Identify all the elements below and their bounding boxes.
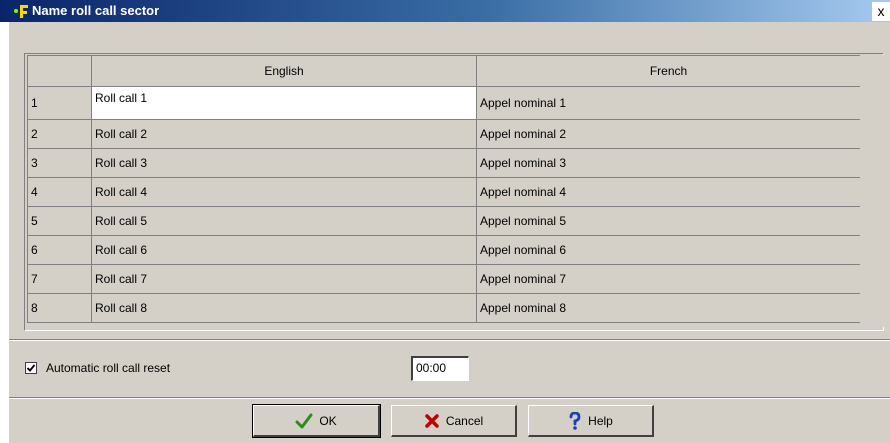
french-name-cell[interactable]: Appel nominal 6 xyxy=(476,235,861,265)
table-row[interactable]: 6 Roll call 6 Appel nominal 6 xyxy=(27,235,861,265)
checkmark-icon xyxy=(295,413,313,428)
table-row[interactable]: 8 Roll call 8 Appel nominal 8 xyxy=(27,293,861,323)
french-name-cell[interactable]: Appel nominal 1 xyxy=(476,86,861,120)
french-name-cell[interactable]: Appel nominal 2 xyxy=(476,119,861,149)
french-name-cell[interactable]: Appel nominal 8 xyxy=(476,293,861,323)
english-name-cell[interactable]: Roll call 5 xyxy=(91,206,477,236)
row-number: 3 xyxy=(27,148,92,178)
table-row[interactable]: 1 Roll call 1 Appel nominal 1 xyxy=(27,86,861,120)
table-row[interactable]: 5 Roll call 5 Appel nominal 5 xyxy=(27,206,861,236)
auto-reset-checkbox[interactable] xyxy=(25,362,37,374)
window-left-edge xyxy=(0,0,9,443)
checkmark-icon xyxy=(26,364,36,372)
help-label: Help xyxy=(588,413,613,428)
table-row[interactable]: 3 Roll call 3 Appel nominal 3 xyxy=(27,148,861,178)
english-name-cell[interactable]: Roll call 4 xyxy=(91,177,477,207)
table-row[interactable]: 2 Roll call 2 Appel nominal 2 xyxy=(27,119,861,149)
row-number: 8 xyxy=(27,293,92,323)
ok-button[interactable]: OK xyxy=(252,404,381,438)
column-header-french: French xyxy=(476,55,861,87)
french-name-cell[interactable]: Appel nominal 7 xyxy=(476,264,861,294)
app-icon xyxy=(14,5,28,18)
french-name-cell[interactable]: Appel nominal 3 xyxy=(476,148,861,178)
row-number: 5 xyxy=(27,206,92,236)
column-header-english: English xyxy=(91,55,477,87)
help-icon xyxy=(569,411,581,430)
french-name-cell[interactable]: Appel nominal 4 xyxy=(476,177,861,207)
reset-time-field[interactable]: 00:00 xyxy=(411,356,469,381)
row-number: 2 xyxy=(27,119,92,149)
english-name-cell[interactable]: Roll call 3 xyxy=(91,148,477,178)
divider xyxy=(9,397,890,399)
english-name-cell[interactable]: Roll call 8 xyxy=(91,293,477,323)
ok-label: OK xyxy=(319,413,337,428)
column-header-number xyxy=(27,55,92,87)
english-name-cell[interactable]: Roll call 7 xyxy=(91,264,477,294)
row-number: 1 xyxy=(27,86,92,120)
cancel-label: Cancel xyxy=(445,413,484,428)
table-header-row: English French xyxy=(27,55,861,87)
help-button[interactable]: Help xyxy=(528,405,654,437)
auto-reset-label[interactable]: Automatic roll call reset xyxy=(46,361,170,375)
table-row[interactable]: 4 Roll call 4 Appel nominal 4 xyxy=(27,177,861,207)
sector-names-table: English French 1 Roll call 1 Appel nomin… xyxy=(27,55,861,323)
grid-right-band xyxy=(860,55,884,327)
english-name-cell[interactable]: Roll call 2 xyxy=(91,119,477,149)
close-icon xyxy=(425,413,439,428)
row-number: 4 xyxy=(27,177,92,207)
cancel-button[interactable]: Cancel xyxy=(391,405,517,437)
row-number: 6 xyxy=(27,235,92,265)
window-title: Name roll call sector xyxy=(32,3,160,18)
row-number: 7 xyxy=(27,264,92,294)
english-name-cell[interactable]: Roll call 1 xyxy=(91,86,477,120)
close-button[interactable]: x xyxy=(872,2,890,21)
divider xyxy=(9,339,890,341)
english-name-cell[interactable]: Roll call 6 xyxy=(91,235,477,265)
table-row[interactable]: 7 Roll call 7 Appel nominal 7 xyxy=(27,264,861,294)
french-name-cell[interactable]: Appel nominal 5 xyxy=(476,206,861,236)
